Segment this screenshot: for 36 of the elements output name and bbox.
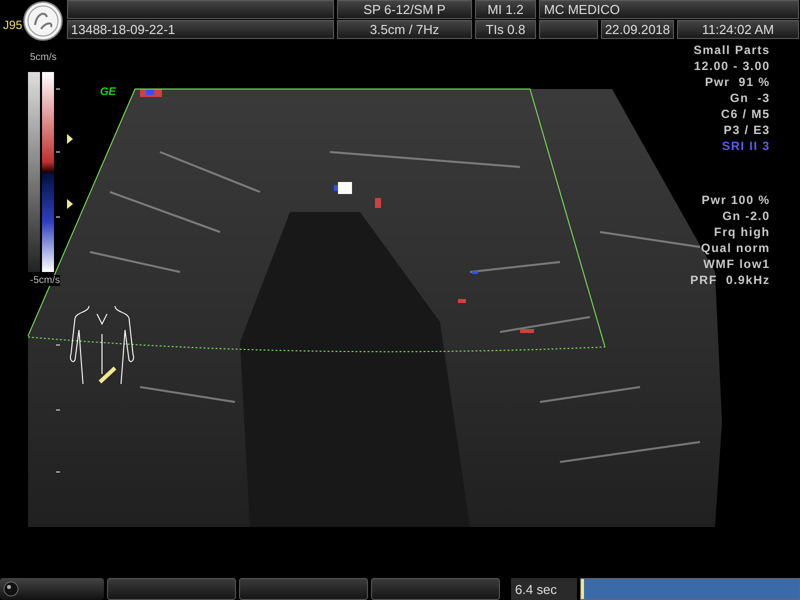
system-id: J95: [2, 18, 22, 34]
parameter-text: Qual norm: [700, 240, 770, 256]
institution-name: MC MEDICO: [539, 0, 799, 19]
patient-id: 13488-18-09-22-1: [67, 20, 334, 39]
mechanical-index: MI 1.2: [475, 0, 536, 19]
parameter-text: P3 / E3: [724, 122, 770, 138]
parameter-text: SRI II 3: [722, 138, 770, 154]
cine-position-handle[interactable]: [581, 579, 584, 599]
image-mark: GE: [100, 86, 116, 98]
parameter-text: Gn -3: [730, 90, 770, 106]
cine-duration: 6.4 sec: [511, 578, 577, 600]
exam-date: 22.09.2018: [601, 20, 674, 39]
focus-marker-icon: [67, 134, 73, 144]
empty-header-cell: [539, 20, 598, 39]
focus-marker-icon: [67, 199, 73, 209]
exam-time: 11:24:02 AM: [677, 20, 799, 39]
velocity-scale-min: -5cm/s: [30, 275, 60, 286]
parameter-text: Pwr 100 %: [702, 192, 770, 208]
knob-icon: [3, 581, 19, 597]
parameter-text: C6 / M5: [720, 106, 770, 122]
parameter-text: 12.00 - 3.00: [694, 58, 770, 74]
velocity-scale-max: 5cm/s: [30, 52, 57, 63]
soft-key[interactable]: [239, 578, 368, 600]
depth-frame-rate: 3.5cm / 7Hz: [337, 20, 472, 39]
parameter-text: PRF 0.9kHz: [690, 272, 770, 288]
parameter-text: Small Parts: [694, 42, 770, 58]
soft-key[interactable]: [371, 578, 500, 600]
parameter-text: WMF low1: [703, 256, 770, 272]
logo-icon: [23, 1, 63, 41]
parameter-text: Frq high: [714, 224, 770, 240]
soft-key[interactable]: [107, 578, 236, 600]
parameter-text: Gn -2.0: [722, 208, 770, 224]
probe-label: SP 6-12/SM P: [337, 0, 472, 19]
parameter-text: Pwr 91 %: [704, 74, 770, 90]
body-marker-icon: [67, 304, 137, 386]
thermal-index: TIs 0.8: [475, 20, 536, 39]
